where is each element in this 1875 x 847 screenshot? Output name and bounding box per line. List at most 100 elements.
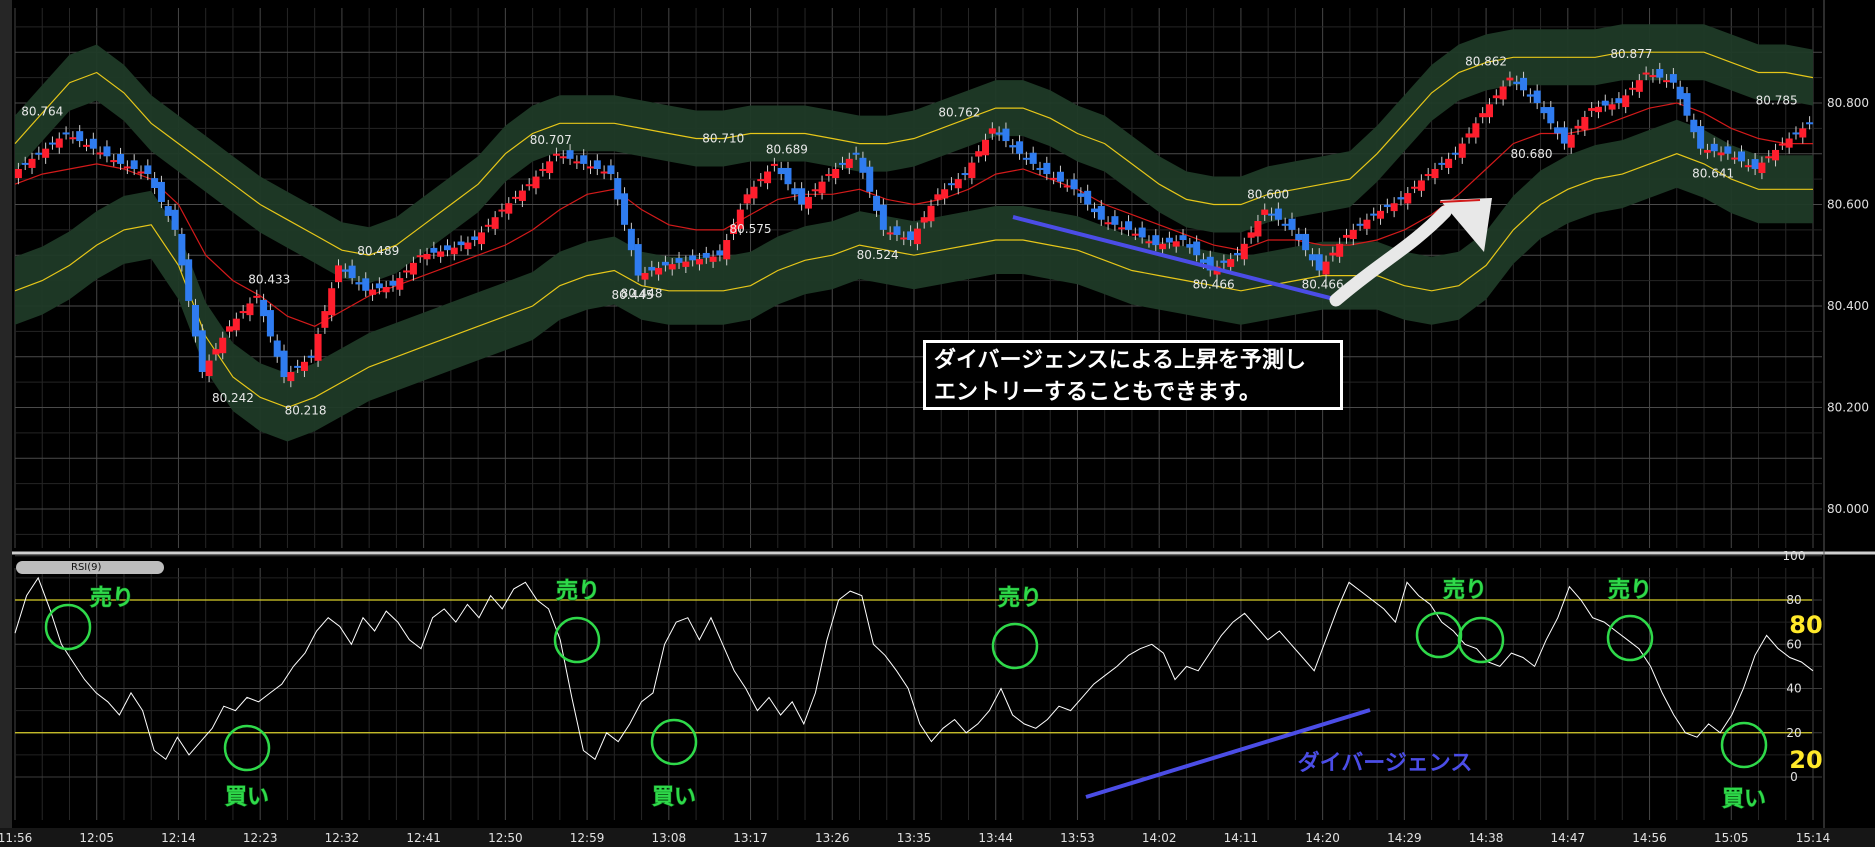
candle-bear bbox=[1036, 167, 1044, 170]
candle-bear bbox=[1554, 127, 1562, 134]
candle-bear bbox=[1125, 221, 1133, 230]
buy-label: 買い bbox=[225, 785, 269, 810]
candle-bull bbox=[28, 158, 36, 168]
sell-signal-circle bbox=[991, 622, 1039, 670]
candle-bull bbox=[314, 333, 322, 361]
candle-bull bbox=[1703, 149, 1711, 153]
candle-bull bbox=[137, 171, 145, 174]
candle-bull bbox=[1506, 77, 1514, 81]
rsi-grid bbox=[14, 555, 1822, 820]
candle-bear bbox=[157, 181, 165, 202]
time-tick-label: 13:35 bbox=[897, 831, 932, 845]
candle-bear bbox=[947, 183, 955, 186]
divergence-label: ダイバージェンス bbox=[1298, 750, 1473, 776]
candle-bear bbox=[1751, 159, 1759, 169]
candle-bear bbox=[702, 252, 710, 258]
sell-label: 売り bbox=[556, 578, 600, 604]
candle-bear bbox=[89, 138, 97, 149]
sell-label: 売り bbox=[90, 585, 134, 611]
candle-bull bbox=[1772, 149, 1780, 161]
buy-signal-circle bbox=[650, 718, 698, 766]
candle-bear bbox=[661, 261, 669, 266]
candle-bear bbox=[1097, 206, 1105, 220]
candle-bear bbox=[566, 150, 574, 159]
candle-bear bbox=[627, 228, 635, 251]
candle-bear bbox=[1370, 213, 1378, 216]
time-tick-label: 12:32 bbox=[325, 831, 360, 845]
price-label: 80.466 bbox=[1193, 278, 1235, 292]
candle-bull bbox=[1261, 209, 1269, 215]
candle-bear bbox=[144, 165, 152, 175]
candle-bull bbox=[1465, 133, 1473, 138]
candle-bear bbox=[1451, 152, 1459, 155]
candle-bull bbox=[723, 240, 731, 260]
candle-bear bbox=[1438, 162, 1446, 165]
candle-bull bbox=[1336, 243, 1344, 257]
candle-bull bbox=[518, 190, 526, 201]
candle-bear bbox=[1186, 244, 1194, 248]
candle-bear bbox=[1281, 223, 1289, 226]
candle-bull bbox=[205, 360, 213, 377]
candle-bull bbox=[403, 270, 411, 273]
candle-bear bbox=[1308, 254, 1316, 261]
candle-bull bbox=[804, 196, 812, 209]
candle-bear bbox=[1547, 107, 1555, 124]
candle-bear bbox=[1199, 259, 1207, 263]
candle-bull bbox=[1778, 143, 1786, 146]
candle-bull bbox=[42, 148, 50, 158]
candle-bull bbox=[226, 326, 234, 332]
candle-bull bbox=[1629, 87, 1637, 90]
sell-label: 売り bbox=[998, 585, 1042, 611]
candle-bull bbox=[818, 181, 826, 194]
candle-bull bbox=[1574, 125, 1582, 129]
rsi-indicator-badge[interactable]: RSI(9) bbox=[16, 561, 164, 574]
rsi-tick-label: 20 bbox=[1786, 726, 1801, 740]
candle-bull bbox=[982, 139, 990, 156]
candle-bull bbox=[1254, 220, 1262, 237]
candle-bull bbox=[525, 184, 533, 187]
time-tick-label: 15:05 bbox=[1714, 831, 1749, 845]
candle-bull bbox=[586, 166, 594, 169]
candle-bear bbox=[389, 280, 397, 286]
price-tick-label: 80.600 bbox=[1827, 198, 1869, 212]
candle-bull bbox=[1642, 72, 1650, 75]
candle-bear bbox=[273, 340, 281, 357]
candle-bull bbox=[552, 153, 560, 156]
candle-bull bbox=[539, 168, 547, 171]
candle-bull bbox=[1131, 233, 1139, 236]
sell-signal-circle bbox=[44, 603, 92, 651]
candle-bull bbox=[1472, 123, 1480, 138]
price-label: 80.707 bbox=[530, 133, 572, 147]
candle-bear bbox=[130, 160, 138, 169]
candle-bull bbox=[641, 273, 649, 280]
candle-bull bbox=[954, 179, 962, 189]
sell-signal-circle bbox=[1415, 611, 1463, 659]
candle-bull bbox=[934, 194, 942, 200]
candle-bull bbox=[1663, 80, 1671, 83]
time-tick-label: 15:14 bbox=[1796, 831, 1831, 845]
candle-bear bbox=[1669, 74, 1677, 83]
candle-bear bbox=[961, 173, 969, 176]
candle-bear bbox=[1029, 152, 1037, 164]
candle-bull bbox=[212, 349, 220, 355]
candle-bull bbox=[750, 186, 758, 199]
candle-bear bbox=[1056, 171, 1064, 182]
candle-bear bbox=[580, 155, 588, 164]
price-tick-label: 80.200 bbox=[1827, 401, 1869, 415]
candle-bear bbox=[614, 178, 622, 200]
candle-bull bbox=[655, 267, 663, 275]
candle-bear bbox=[634, 244, 642, 276]
candle-bear bbox=[348, 265, 356, 279]
price-label: 80.689 bbox=[766, 142, 808, 156]
time-tick-label: 14:02 bbox=[1142, 831, 1177, 845]
candle-bull bbox=[1118, 227, 1126, 230]
candle-bear bbox=[777, 167, 785, 175]
candle-bear bbox=[178, 233, 186, 266]
candle-bull bbox=[695, 259, 703, 265]
candle-bear bbox=[907, 231, 915, 241]
candle-bull bbox=[1404, 193, 1412, 204]
price-label: 80.433 bbox=[248, 272, 290, 286]
candle-bear bbox=[307, 355, 315, 358]
candle-bear bbox=[1615, 98, 1623, 103]
sell-label: 売り bbox=[1443, 577, 1487, 603]
